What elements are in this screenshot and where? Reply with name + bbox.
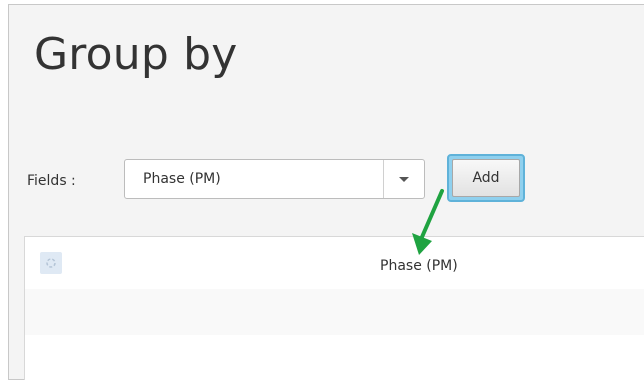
fields-label: Fields :	[27, 173, 76, 189]
add-button[interactable]: Add	[447, 154, 525, 202]
fields-select-value: Phase (PM)	[143, 171, 221, 187]
chevron-down-icon	[399, 177, 409, 182]
add-button-label: Add	[452, 159, 520, 197]
group-by-table: Phase (PM)	[24, 236, 644, 381]
table-row-label: Phase (PM)	[380, 258, 458, 274]
table-row[interactable]	[25, 335, 644, 381]
page-title: Group by	[34, 29, 238, 80]
drag-handle-icon[interactable]	[40, 252, 62, 274]
fields-select[interactable]: Phase (PM)	[124, 159, 425, 199]
table-row[interactable]: Phase (PM)	[25, 237, 644, 289]
table-row[interactable]	[25, 289, 644, 335]
fields-select-toggle[interactable]	[383, 160, 424, 198]
